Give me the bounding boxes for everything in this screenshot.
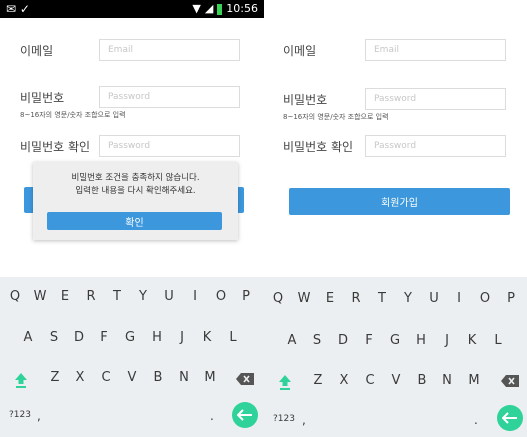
key-q[interactable]: Q [3,289,27,305]
signup-button[interactable]: 회원가입 [289,188,510,215]
key-i-2[interactable]: I [447,291,471,307]
key-e-2[interactable]: E [318,291,342,307]
status-left: ✉ ✓ [6,1,30,17]
comma-key-2[interactable]: , [302,414,306,426]
confirm-password-label: 비밀번호 확인 [20,140,91,154]
enter-key-2[interactable] [497,405,523,431]
status-bar: ✉ ✓ ▼ ◢ 10:56 [0,0,264,18]
key-y-2[interactable]: Y [396,291,420,307]
period-key-2[interactable]: . [474,414,478,426]
battery-icon [217,3,223,15]
key-l-2[interactable]: L [486,333,510,349]
key-y[interactable]: Y [131,289,155,305]
signal-icon: ◢ [204,2,214,15]
shift-icon-2[interactable] [278,374,292,390]
key-g-2[interactable]: G [383,333,407,349]
key-o-2[interactable]: O [473,291,497,307]
key-d[interactable]: D [67,330,91,346]
dialog-ok-button[interactable]: 확인 [47,212,222,230]
dialog-message: 비밀번호 조건을 충족하지 않습니다. 입력한 내용을 다시 확인해주세요. [33,172,238,198]
key-b-2[interactable]: B [410,373,434,389]
key-k-2[interactable]: K [460,333,484,349]
password-input[interactable] [99,86,240,108]
key-u-2[interactable]: U [422,291,446,307]
key-v-2[interactable]: V [384,373,408,389]
key-a[interactable]: A [16,330,40,346]
key-s-2[interactable]: S [305,333,329,349]
key-s[interactable]: S [42,330,66,346]
key-c-2[interactable]: C [358,373,382,389]
key-z[interactable]: Z [43,370,67,386]
password-input-2[interactable] [365,88,506,110]
key-f[interactable]: F [92,330,116,346]
mail-icon: ✉ [6,2,17,16]
key-l[interactable]: L [221,330,245,346]
key-h-2[interactable]: H [409,333,433,349]
key-i[interactable]: I [183,289,207,305]
email-label: 이메일 [20,44,54,58]
backspace-icon[interactable] [236,373,254,385]
arrow-left-icon [237,409,252,421]
key-f-2[interactable]: F [357,333,381,349]
key-d-2[interactable]: D [331,333,355,349]
password-label: 비밀번호 [20,91,65,105]
key-h[interactable]: H [145,330,169,346]
email-input-2[interactable] [365,39,506,61]
key-t[interactable]: T [105,289,129,305]
confirm-password-input-2[interactable] [365,135,506,157]
key-m-2[interactable]: M [462,373,486,389]
wifi-icon: ▼ [192,2,201,15]
key-o[interactable]: O [209,289,233,305]
password-label-2: 비밀번호 [283,93,328,107]
backspace-icon-2[interactable] [501,375,519,387]
shift-icon[interactable] [14,372,28,388]
keyboard-left-keys: Q W E R T Y U I O P A S D F G H J K L Z … [0,277,264,437]
arrow-left-icon-2 [502,412,517,424]
key-w[interactable]: W [28,289,52,305]
key-k[interactable]: K [195,330,219,346]
symbols-key[interactable]: ?123 [9,409,31,421]
key-r[interactable]: R [79,289,103,305]
key-g[interactable]: G [118,330,142,346]
period-key[interactable]: . [210,410,214,422]
key-v[interactable]: V [120,370,144,386]
keyboard-right-keys: Q W E R T Y U I O P A S D F G H J K L Z … [264,277,527,437]
key-x-2[interactable]: X [332,373,356,389]
comma-key[interactable]: , [37,410,41,422]
confirm-password-label-2: 비밀번호 확인 [283,140,354,154]
email-input[interactable] [99,39,240,61]
key-c[interactable]: C [94,370,118,386]
alert-dialog: 비밀번호 조건을 충족하지 않습니다. 입력한 내용을 다시 확인해주세요. 확… [33,162,238,240]
enter-key[interactable] [232,402,258,428]
key-p-2[interactable]: P [499,291,523,307]
password-hint-2: 8~16자의 영문/숫자 조합으로 입력 [283,113,389,121]
key-u[interactable]: U [157,289,181,305]
key-p[interactable]: P [234,289,258,305]
key-t-2[interactable]: T [370,291,394,307]
email-label-2: 이메일 [283,44,317,58]
key-e[interactable]: E [53,289,77,305]
confirm-password-input[interactable] [99,135,240,157]
key-b[interactable]: B [146,370,170,386]
password-hint: 8~16자의 영문/숫자 조합으로 입력 [20,111,126,119]
status-time: 10:56 [226,2,258,15]
key-q-2[interactable]: Q [266,291,290,307]
key-z-2[interactable]: Z [306,373,330,389]
key-n-2[interactable]: N [435,373,459,389]
dialog-message-line2: 입력한 내용을 다시 확인해주세요. [75,186,196,196]
symbols-key-2[interactable]: ?123 [273,413,295,425]
dialog-message-line1: 비밀번호 조건을 충족하지 않습니다. [71,173,200,183]
key-j-2[interactable]: J [435,333,459,349]
key-m[interactable]: M [198,370,222,386]
key-x[interactable]: X [68,370,92,386]
check-icon: ✓ [19,2,30,16]
key-a-2[interactable]: A [280,333,304,349]
key-j[interactable]: J [170,330,194,346]
key-r-2[interactable]: R [344,291,368,307]
status-right: ▼ ◢ 10:56 [192,1,258,17]
key-n[interactable]: N [172,370,196,386]
key-w-2[interactable]: W [292,291,316,307]
